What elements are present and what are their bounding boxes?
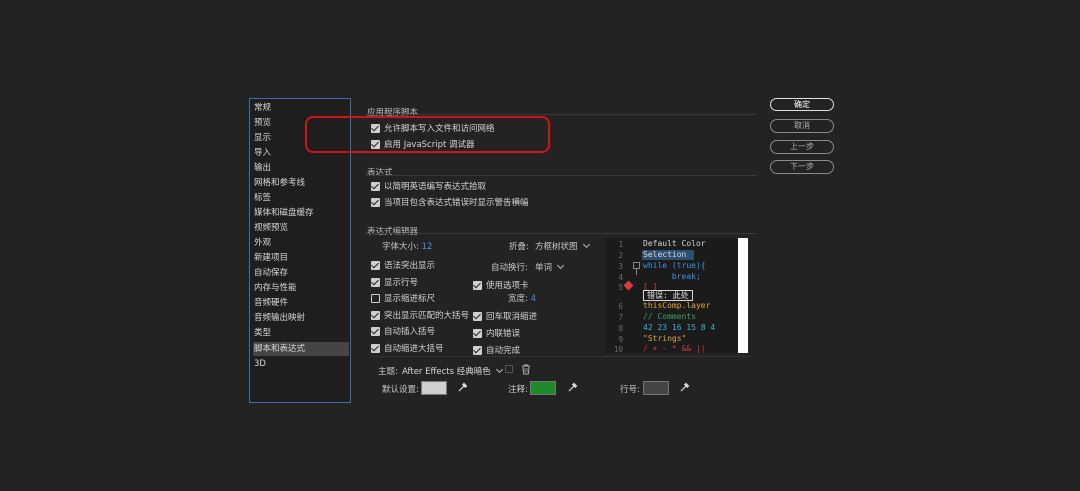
highlight-matching-brackets-checkbox[interactable]: 突出显示匹配的大括号: [371, 309, 469, 321]
checkbox-icon: [371, 181, 380, 191]
nav-item[interactable]: 自动保存: [253, 266, 349, 280]
theme-label: 主题:: [378, 367, 398, 377]
nav-item[interactable]: 标签: [253, 191, 349, 205]
line-number: 10: [613, 345, 623, 353]
word-wrap-label: 自动换行:: [491, 263, 528, 273]
nav-item[interactable]: 脚本和表达式: [253, 342, 349, 356]
eyedropper-icon[interactable]: [679, 382, 690, 393]
font-size-value[interactable]: 12: [422, 242, 433, 252]
code-preview: 1 2 3 4 5 6 7 8 9 10 Default Color Selec…: [605, 238, 748, 353]
nav-item[interactable]: 媒体和磁盘缓存: [253, 206, 349, 220]
checkbox-icon: [371, 197, 380, 207]
word-wrap-dropdown[interactable]: 单词: [535, 261, 565, 273]
show-indent-guides-checkbox[interactable]: 显示缩进标尺: [371, 292, 435, 304]
font-size-row: 字体大小: 12: [382, 242, 433, 252]
fold-dropdown[interactable]: 方框树状图: [535, 240, 590, 252]
code-line: 42 23 16 15 8 4: [643, 323, 716, 332]
tab-width-row: 宽度: 4: [508, 294, 536, 304]
divider: [370, 356, 750, 357]
line-number: 3: [618, 262, 623, 271]
nav-item[interactable]: 音频硬件: [253, 296, 349, 310]
checkbox-icon: [371, 326, 380, 336]
trash-icon[interactable]: [521, 364, 531, 378]
inline-errors-checkbox[interactable]: 内联错误: [473, 327, 520, 339]
autocomplete-checkbox[interactable]: 自动完成: [473, 344, 520, 356]
next-button[interactable]: 下一步: [770, 160, 834, 174]
chevron-down-icon: [556, 261, 565, 270]
line-number: 9: [618, 335, 623, 344]
code-line: "Strings": [643, 334, 687, 343]
fold-guide: [636, 269, 637, 275]
syntax-highlight-checkbox[interactable]: 语法突出显示: [371, 259, 435, 271]
nav-item[interactable]: 音频输出映射: [253, 311, 349, 325]
previous-button[interactable]: 上一步: [770, 140, 834, 154]
auto-insert-brackets-checkbox[interactable]: 自动插入括号: [371, 325, 435, 337]
checkbox-icon: [371, 277, 380, 287]
section-title-expression-editor: 表达式编辑器: [367, 227, 419, 237]
default-color-label: 默认设置:: [382, 385, 419, 395]
inline-error-tooltip: 错误: 此处: [643, 290, 693, 301]
use-tabs-checkbox[interactable]: 使用选项卡: [473, 279, 529, 291]
error-marker-icon: [623, 280, 634, 291]
code-line: break;: [643, 272, 701, 281]
code-line: // Comments: [643, 312, 696, 321]
nav-item[interactable]: 类型: [253, 326, 349, 340]
line-number: 1: [618, 240, 623, 249]
line-number: 8: [618, 324, 623, 333]
plain-english-pickwhip-checkbox[interactable]: 以简明英语编写表达式拾取: [371, 180, 486, 192]
eyedropper-icon[interactable]: [567, 382, 578, 393]
checkbox-icon: [473, 345, 482, 355]
line-number-color-label: 行号:: [620, 385, 640, 395]
checkbox-icon: [473, 328, 482, 338]
nav-item[interactable]: 常规: [253, 101, 349, 115]
line-number: 7: [618, 313, 623, 322]
nav-item[interactable]: 输出: [253, 161, 349, 175]
nav-item[interactable]: 内存与性能: [253, 281, 349, 295]
code-preview-scrollbar[interactable]: [738, 238, 748, 353]
divider: [365, 233, 757, 234]
nav-item[interactable]: 视频预览: [253, 221, 349, 235]
highlight-annotation: [305, 116, 550, 153]
line-number-color-swatch[interactable]: [643, 381, 669, 395]
section-title-expressions: 表达式: [367, 168, 393, 178]
divider: [365, 175, 757, 176]
checkbox-icon: [371, 310, 380, 320]
save-theme-icon[interactable]: [505, 365, 513, 373]
comment-color-swatch[interactable]: [530, 381, 556, 395]
chevron-down-icon: [495, 365, 503, 374]
comment-color-label: 注释:: [508, 385, 528, 395]
theme-dropdown[interactable]: After Effects 经典暗色: [402, 365, 503, 377]
line-number: 5: [618, 283, 623, 292]
chevron-down-icon: [582, 240, 590, 249]
default-color-swatch[interactable]: [421, 381, 447, 395]
show-line-numbers-checkbox[interactable]: 显示行号: [371, 276, 418, 288]
cancel-button[interactable]: 取消: [770, 119, 834, 133]
eyedropper-icon[interactable]: [457, 382, 468, 393]
fold-toggle-icon[interactable]: [633, 262, 640, 269]
checkbox-icon: [371, 260, 380, 270]
expression-error-banner-checkbox[interactable]: 当项目包含表达式错误时显示警告横幅: [371, 196, 529, 208]
code-line: Default Color: [643, 239, 706, 248]
line-number: 2: [618, 251, 623, 260]
code-line: Selection: [643, 250, 687, 259]
checkbox-icon: [371, 293, 380, 303]
return-unindent-checkbox[interactable]: 回车取消缩进: [473, 310, 537, 322]
line-number: 6: [618, 302, 623, 311]
divider: [365, 114, 757, 115]
nav-item[interactable]: 3D: [253, 357, 349, 371]
auto-indent-braces-checkbox[interactable]: 自动缩进大括号: [371, 342, 444, 354]
checkbox-icon: [371, 343, 380, 353]
code-line: thisComp.layer: [643, 301, 711, 310]
tab-width-value[interactable]: 4: [531, 294, 536, 304]
checkbox-icon: [473, 311, 482, 321]
nav-item[interactable]: 网格和参考线: [253, 176, 349, 190]
nav-item[interactable]: 外观: [253, 236, 349, 250]
ok-button[interactable]: 确定: [770, 98, 834, 111]
checkbox-icon: [473, 280, 482, 290]
code-line: / + - * && ||: [643, 344, 706, 353]
nav-item[interactable]: 新建项目: [253, 251, 349, 265]
code-line: while (true){: [643, 261, 706, 270]
fold-row: 折叠:: [509, 242, 529, 252]
line-number: 4: [618, 273, 623, 282]
